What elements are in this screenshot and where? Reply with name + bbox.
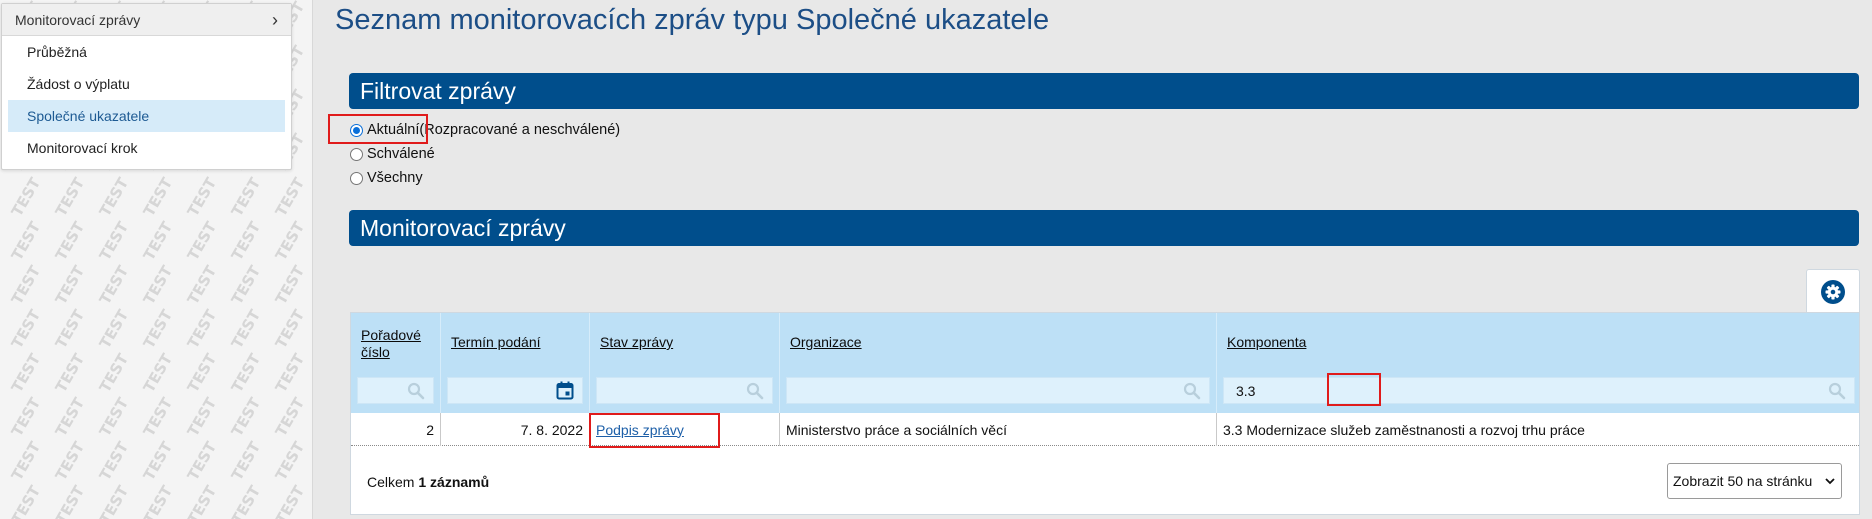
- record-count: Celkem 1 záznamů: [367, 474, 489, 490]
- column-termin-podani: Termín podání: [441, 313, 590, 413]
- filter-input-number[interactable]: [357, 377, 434, 404]
- radio-label: Schválené: [367, 146, 435, 162]
- menu-item-label: Monitorovací krok: [27, 140, 138, 156]
- menu-item-monitorovaci-krok[interactable]: Monitorovací krok: [8, 132, 285, 164]
- column-header-link[interactable]: Organizace: [790, 334, 862, 351]
- radio-unchecked-icon[interactable]: [350, 147, 363, 161]
- menu-item-label: Žádost o výplatu: [27, 76, 130, 92]
- table-settings-button[interactable]: [1806, 269, 1860, 313]
- chevron-down-icon: [1825, 478, 1835, 485]
- column-header-link[interactable]: Pořadové číslo: [361, 327, 421, 361]
- filter-input-date[interactable]: [447, 377, 583, 404]
- cell-organization: Ministerstvo práce a sociálních věcí: [780, 413, 1217, 446]
- table-header: Pořadové číslo Termín podání Stav zprávy…: [351, 313, 1859, 413]
- highlight-box: [328, 114, 428, 144]
- column-komponenta: Komponenta 3.3: [1217, 313, 1861, 413]
- menu-item-prubezna[interactable]: Průběžná: [8, 36, 285, 68]
- filter-section-header: Filtrovat zprávy: [349, 73, 1859, 109]
- column-header-link[interactable]: Termín podání: [451, 334, 541, 351]
- search-icon: [1828, 382, 1846, 399]
- menu-item-label: Společné ukazatele: [27, 108, 150, 124]
- menu-item-zadost-o-vyplatu[interactable]: Žádost o výplatu: [8, 68, 285, 100]
- menu-item-spolecne-ukazatele[interactable]: Společné ukazatele: [8, 100, 285, 132]
- menu-header[interactable]: Monitorovací zprávy ›: [2, 4, 291, 36]
- radio-hint: (Rozpracované a neschválené): [419, 122, 621, 138]
- column-label-line1: Pořadové: [361, 327, 421, 343]
- highlight-box: [589, 413, 720, 448]
- sidebar: Monitorovací zprávy › Průběžná Žádost o …: [0, 0, 313, 519]
- record-count-prefix: Celkem: [367, 474, 419, 490]
- filter-input-component[interactable]: 3.3: [1223, 377, 1855, 404]
- reports-table: Pořadové číslo Termín podání Stav zprávy…: [350, 312, 1860, 515]
- table-row[interactable]: 2 7. 8. 2022 Podpis zprávy Ministerstvo …: [351, 413, 1859, 446]
- radio-all[interactable]: Všechny: [350, 170, 423, 186]
- cell-date: 7. 8. 2022: [441, 413, 590, 446]
- page-title: Seznam monitorovacích zpráv typu Společn…: [335, 4, 1050, 36]
- search-icon: [407, 382, 425, 399]
- radio-unchecked-icon[interactable]: [350, 171, 363, 185]
- reports-section-header: Monitorovací zprávy: [349, 210, 1859, 246]
- column-poradove-cislo: Pořadové číslo: [351, 313, 441, 413]
- column-header-link[interactable]: Stav zprávy: [600, 334, 673, 351]
- record-count-value: 1 záznamů: [418, 474, 490, 490]
- column-label-line2: číslo: [361, 344, 390, 360]
- filter-input-organization[interactable]: [786, 377, 1210, 404]
- gear-icon: [1821, 279, 1845, 304]
- cell-component: 3.3 Modernizace služeb zaměstnanosti a r…: [1223, 421, 1585, 438]
- cell-number: 2: [351, 413, 441, 446]
- radio-label: Všechny: [367, 170, 423, 186]
- column-stav-zpravy: Stav zprávy: [590, 313, 780, 413]
- search-icon: [746, 382, 764, 399]
- calendar-icon[interactable]: [556, 381, 574, 400]
- column-header-link[interactable]: Komponenta: [1227, 334, 1306, 351]
- search-icon: [1183, 382, 1201, 399]
- menu-title: Monitorovací zprávy: [15, 11, 141, 28]
- page-size-select[interactable]: Zobrazit 50 na stránku: [1667, 463, 1842, 499]
- menu-item-label: Průběžná: [27, 44, 87, 60]
- column-organizace: Organizace: [780, 313, 1217, 413]
- highlight-box: [1327, 373, 1381, 406]
- radio-approved[interactable]: Schválené: [350, 146, 435, 162]
- report-type-menu: Monitorovací zprávy › Průběžná Žádost o …: [1, 3, 292, 170]
- filter-value: 3.3: [1236, 383, 1256, 399]
- chevron-right-icon: ›: [272, 9, 278, 30]
- page-size-value: Zobrazit 50 na stránku: [1673, 473, 1813, 489]
- filter-input-status[interactable]: [596, 377, 773, 404]
